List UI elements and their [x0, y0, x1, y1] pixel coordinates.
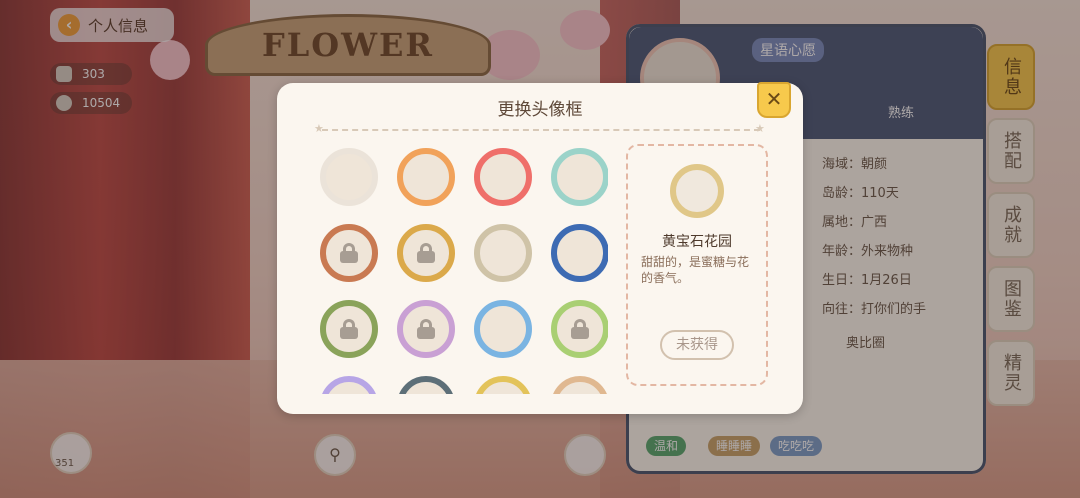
avatar-frame-option[interactable]	[397, 300, 455, 358]
lock-icon	[417, 319, 435, 339]
avatar-frame-option[interactable]	[551, 376, 608, 394]
avatar-frame-option[interactable]	[551, 224, 608, 282]
star-icon: ★	[755, 122, 765, 135]
lock-icon	[417, 243, 435, 263]
avatar-frame-option[interactable]	[474, 148, 532, 206]
lock-icon	[571, 319, 589, 339]
avatar-frame-option[interactable]	[551, 300, 608, 358]
frame-description: 甜甜的，是蜜糖与花的香气。	[641, 255, 750, 285]
star-icon: ★	[314, 122, 324, 135]
avatar-frame-option[interactable]	[397, 376, 455, 394]
close-button[interactable]: ✕	[757, 82, 791, 118]
avatar-frame-option[interactable]	[474, 376, 532, 394]
avatar-frame-option[interactable]	[320, 300, 378, 358]
avatar-frame-option[interactable]	[474, 300, 532, 358]
lock-icon	[340, 243, 358, 263]
avatar-frame-option[interactable]	[397, 148, 455, 206]
avatar-frame-option[interactable]	[320, 148, 378, 206]
avatar-frame-option[interactable]	[320, 376, 378, 394]
avatar-frame-option[interactable]	[397, 224, 455, 282]
modal-title: 更换头像框	[497, 100, 583, 120]
frame-name: 黄宝石花园	[662, 234, 732, 250]
avatar-frame-option[interactable]	[551, 148, 608, 206]
lock-icon	[340, 319, 358, 339]
not-obtained-button[interactable]: 未获得	[660, 330, 734, 360]
avatar-frame-option[interactable]	[320, 224, 378, 282]
frame-grid	[318, 146, 608, 394]
selected-frame-preview	[670, 164, 724, 218]
avatar-frame-option[interactable]	[474, 224, 532, 282]
title-divider	[322, 129, 760, 131]
